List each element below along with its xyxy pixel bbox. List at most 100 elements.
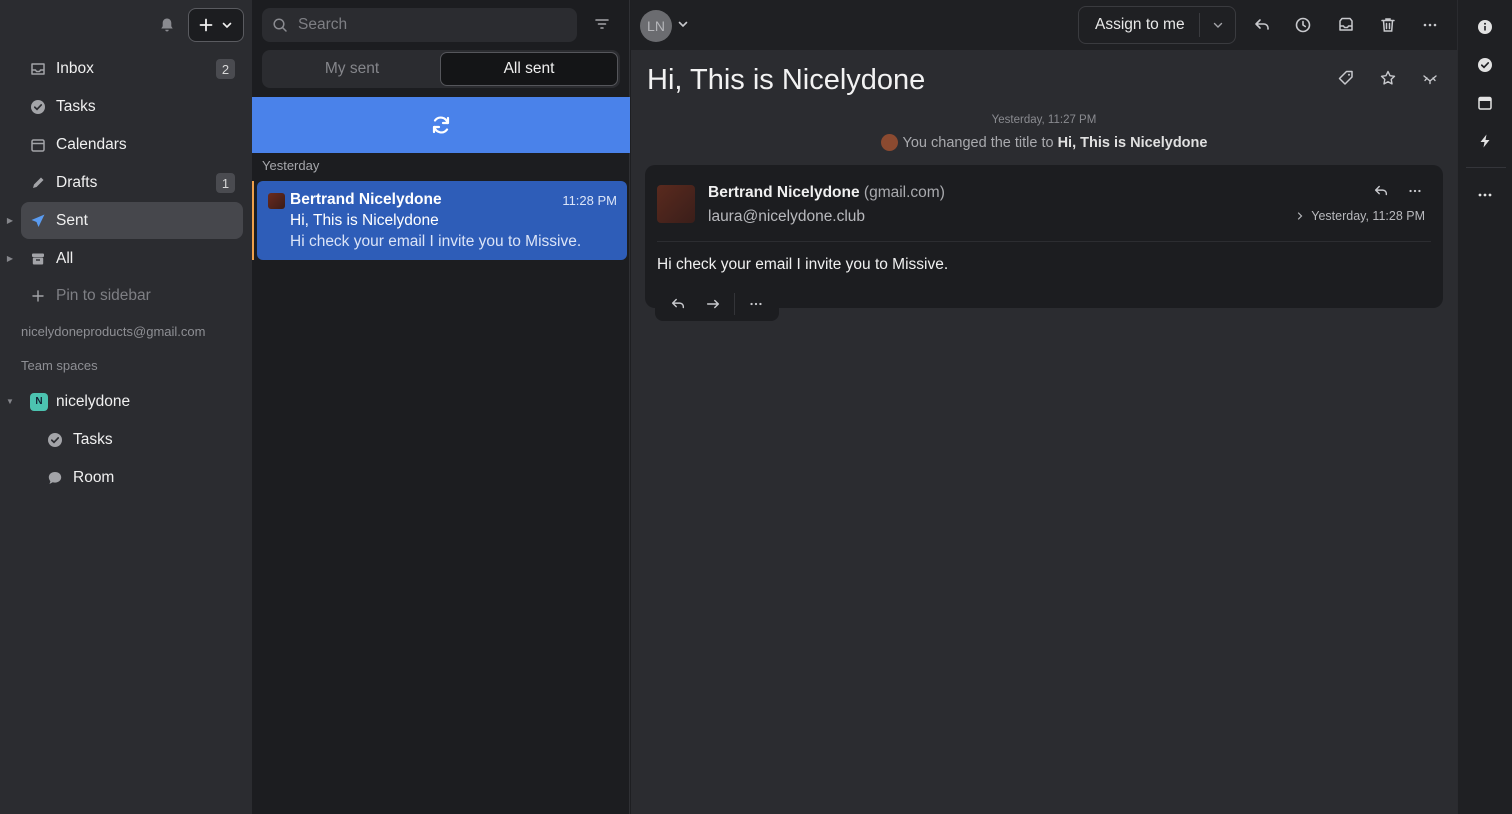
pin-to-sidebar-button[interactable]: Pin to sidebar xyxy=(21,277,243,314)
date-group-header: Yesterday xyxy=(262,158,320,173)
chevron-down-icon[interactable] xyxy=(1200,19,1235,31)
sidebar-item-calendars[interactable]: Calendars xyxy=(21,126,243,163)
sender-name: Bertrand Nicelydone xyxy=(708,184,860,201)
assign-button[interactable]: Assign to me xyxy=(1078,6,1236,44)
plus-icon xyxy=(30,288,46,304)
team-spaces-label: Team spaces xyxy=(21,358,98,373)
bell-icon[interactable] xyxy=(158,16,176,34)
search-icon xyxy=(272,17,288,33)
message-time: Yesterday, 11:28 PM xyxy=(1311,209,1425,223)
sidebar-item-tasks[interactable]: Tasks xyxy=(21,88,243,125)
sidebar-item-label: Inbox xyxy=(56,59,94,77)
more-icon[interactable] xyxy=(739,290,773,318)
message-body: Hi check your email I invite you to Miss… xyxy=(657,256,949,273)
expand-caret-icon[interactable]: ▶ xyxy=(6,216,14,225)
sidebar-item-all[interactable]: All xyxy=(21,240,243,277)
calendar-icon[interactable] xyxy=(1476,94,1494,112)
more-icon[interactable] xyxy=(1420,15,1440,35)
sidebar-item-label: Room xyxy=(73,468,115,486)
trash-icon[interactable] xyxy=(1378,15,1398,35)
info-icon[interactable] xyxy=(1476,18,1494,36)
check-circle-icon xyxy=(30,99,46,115)
sidebar-item-label: Tasks xyxy=(56,97,96,115)
plus-icon xyxy=(199,18,213,32)
pencil-icon xyxy=(30,175,46,191)
tab-my-sent[interactable]: My sent xyxy=(264,52,440,86)
inbox-icon xyxy=(30,61,46,77)
inbox-icon[interactable] xyxy=(1336,15,1356,35)
collapse-caret-icon[interactable]: ▼ xyxy=(6,397,14,406)
star-icon[interactable] xyxy=(1378,68,1398,88)
conversation-pane: LN Assign to me Hi, This is Nicelydone Y… xyxy=(631,0,1457,814)
message-subject: Hi, This is Nicelydone xyxy=(290,212,439,229)
sidebar-item-drafts[interactable]: Drafts 1 xyxy=(21,164,243,201)
event-text: You changed the title to xyxy=(902,134,1054,151)
collapse-all-icon[interactable] xyxy=(1420,68,1440,88)
filter-icon[interactable] xyxy=(592,14,612,34)
team-item-room[interactable]: Room xyxy=(38,459,243,496)
unread-marker xyxy=(252,181,254,260)
reply-icon[interactable] xyxy=(1252,15,1272,35)
sender-thumbnail xyxy=(268,193,285,209)
message-actions xyxy=(655,287,779,321)
chevron-right-icon xyxy=(1295,211,1305,221)
sidebar-item-sent[interactable]: Sent xyxy=(21,202,243,239)
right-rail xyxy=(1457,0,1512,814)
unread-count-badge: 2 xyxy=(216,59,235,79)
sidebar-item-label: Sent xyxy=(56,211,88,229)
list-item[interactable]: Bertrand Nicelydone 11:28 PM Hi, This is… xyxy=(257,181,627,260)
sender-domain: (gmail.com) xyxy=(863,184,945,201)
team-avatar: N xyxy=(30,392,48,411)
account-email-label: nicelydoneproducts@gmail.com xyxy=(21,324,206,339)
chat-bubble-icon xyxy=(47,470,63,486)
divider xyxy=(657,241,1431,242)
sender-address: laura@nicelydone.club xyxy=(708,208,866,225)
message-timestamp[interactable]: Yesterday, 11:28 PM xyxy=(1295,209,1425,223)
message-list-pane: Search My sent All sent Yesterday Bertra… xyxy=(252,0,630,814)
divider xyxy=(733,293,735,315)
sidebar-item-inbox[interactable]: Inbox 2 xyxy=(21,50,243,87)
conversation-toolbar: LN Assign to me xyxy=(631,0,1457,50)
message-time: 11:28 PM xyxy=(562,193,617,208)
more-icon[interactable] xyxy=(1406,182,1424,200)
check-circle-icon xyxy=(47,432,63,448)
search-placeholder: Search xyxy=(298,16,348,33)
more-icon[interactable] xyxy=(1476,186,1494,204)
team-item-tasks[interactable]: Tasks xyxy=(38,421,243,458)
sender-avatar xyxy=(657,185,695,223)
team-nicelydone[interactable]: N nicelydone xyxy=(21,383,243,420)
sent-filter-tabs: My sent All sent xyxy=(262,50,620,88)
tag-icon[interactable] xyxy=(1336,68,1356,88)
archive-icon xyxy=(30,251,46,267)
avatar[interactable]: LN xyxy=(640,10,672,42)
chevron-down-icon[interactable] xyxy=(677,18,689,30)
forward-icon[interactable] xyxy=(695,290,729,318)
clock-icon[interactable] xyxy=(1293,15,1313,35)
team-name: nicelydone xyxy=(56,392,131,410)
message-preview: Hi check your email I invite you to Miss… xyxy=(290,233,582,250)
paper-plane-icon xyxy=(30,213,46,229)
tab-all-sent[interactable]: All sent xyxy=(440,52,618,86)
refresh-icon xyxy=(430,114,452,136)
search-input[interactable]: Search xyxy=(262,8,577,42)
reply-icon[interactable] xyxy=(661,290,695,318)
avatar xyxy=(880,134,898,151)
event-line: You changed the title to Hi, This is Nic… xyxy=(631,134,1457,151)
event-timestamp: Yesterday, 11:27 PM xyxy=(991,114,1097,126)
event-value: Hi, This is Nicelydone xyxy=(1057,134,1208,151)
sidebar-item-label: Calendars xyxy=(56,135,127,153)
chevron-down-icon[interactable] xyxy=(221,19,233,31)
sender-line: Bertrand Nicelydone (gmail.com) xyxy=(708,184,945,202)
sidebar-item-label: Tasks xyxy=(73,430,113,448)
app: Inbox 2 Tasks Calendars Drafts 1 ▶ Sent … xyxy=(0,0,1512,814)
sidebar-item-label: Pin to sidebar xyxy=(56,286,151,304)
refresh-bar[interactable] xyxy=(252,97,630,153)
sidebar-item-label: All xyxy=(56,249,74,267)
lightning-icon[interactable] xyxy=(1476,132,1494,150)
expand-caret-icon[interactable]: ▶ xyxy=(6,254,14,263)
assign-label: Assign to me xyxy=(1095,16,1185,33)
compose-button[interactable] xyxy=(188,8,244,42)
reply-icon[interactable] xyxy=(1372,182,1390,200)
draft-count-badge: 1 xyxy=(216,173,235,193)
check-circle-icon[interactable] xyxy=(1476,56,1494,74)
